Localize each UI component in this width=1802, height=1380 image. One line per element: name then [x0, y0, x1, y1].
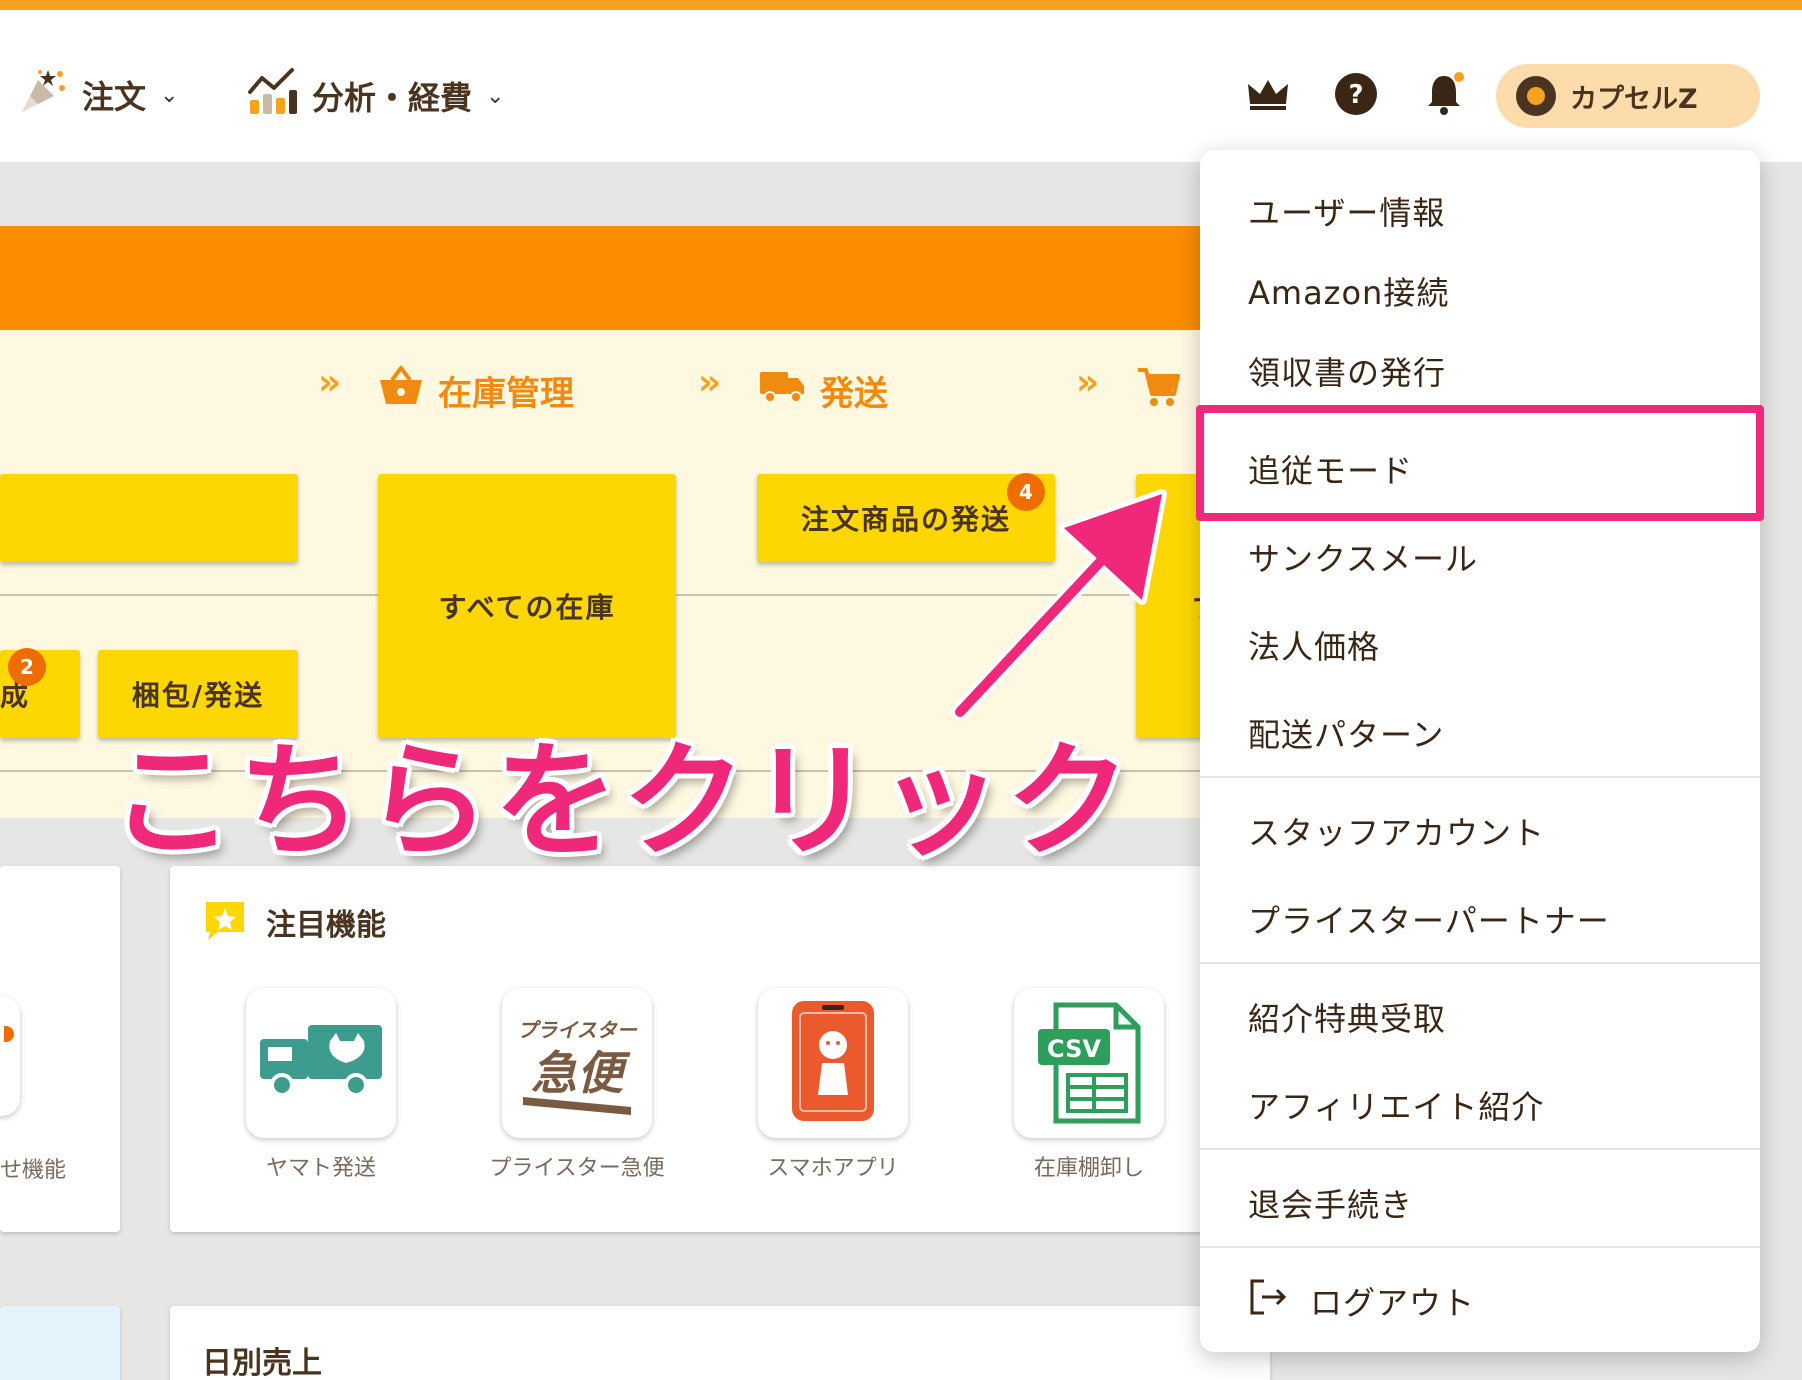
menu-item-receipt[interactable]: 領収書の発行 — [1248, 348, 1446, 394]
menu-divider — [1200, 1148, 1760, 1150]
menu-item-user-info[interactable]: ユーザー情報 — [1248, 188, 1445, 234]
menu-divider — [1200, 962, 1760, 964]
user-dropdown-menu: ユーザー情報 Amazon接続 領収書の発行 追従モード サンクスメール 法人価… — [1200, 150, 1760, 1352]
menu-divider — [1200, 776, 1760, 778]
menu-item-withdraw[interactable]: 退会手続き — [1248, 1180, 1413, 1226]
logout-label: ログアウト — [1310, 1284, 1476, 1322]
menu-item-corporate-price[interactable]: 法人価格 — [1248, 622, 1380, 668]
annotation-callout: こちらをクリック — [110, 730, 1135, 874]
menu-item-referral-reward[interactable]: 紹介特典受取 — [1248, 994, 1446, 1040]
menu-item-thanks-mail[interactable]: サンクスメール — [1248, 534, 1478, 580]
menu-item-amazon-connect[interactable]: Amazon接続 — [1248, 268, 1449, 314]
menu-item-pricestar-partner[interactable]: プライスターパートナー — [1248, 896, 1610, 942]
menu-divider — [1200, 1246, 1760, 1248]
menu-item-shipping-pattern[interactable]: 配送パターン — [1248, 710, 1444, 756]
logout-icon — [1248, 1278, 1288, 1324]
highlight-box — [1196, 405, 1764, 521]
menu-item-affiliate[interactable]: アフィリエイト紹介 — [1248, 1082, 1544, 1128]
menu-item-logout[interactable]: ログアウト — [1248, 1278, 1475, 1324]
menu-item-staff-account[interactable]: スタッフアカウント — [1248, 808, 1545, 854]
